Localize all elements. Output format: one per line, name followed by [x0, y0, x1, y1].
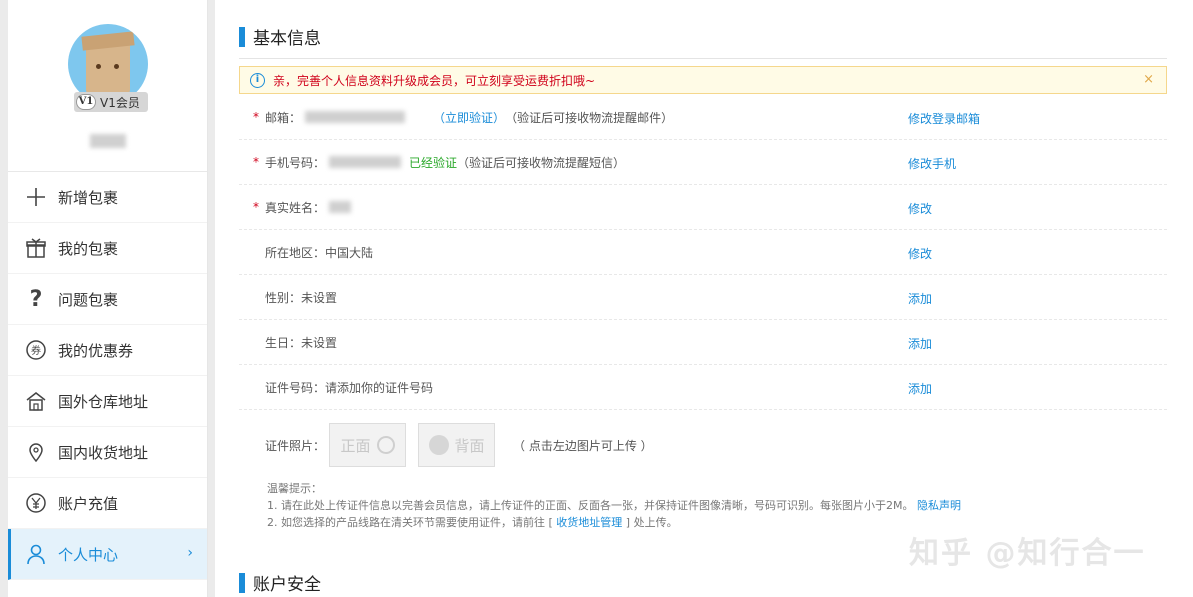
sidebar-item-label: 国内收货地址: [58, 443, 149, 462]
username-blurred: [90, 134, 126, 148]
required-asterisk: *: [253, 155, 259, 169]
id-number-label: 证件号码：请添加你的证件号码: [265, 380, 434, 395]
tips-line-2-suffix: ] 处上传。: [622, 516, 678, 529]
sidebar-item-label: 个人中心: [58, 545, 119, 564]
upgrade-notice: i 亲，完善个人信息资料升级成会员，可立刻享受运费折扣哦~ ×: [239, 66, 1167, 94]
realname-label: 真实姓名：: [265, 200, 326, 215]
sidebar-item-my-packages[interactable]: 我的包裹: [8, 223, 207, 274]
sidebar-item-recharge[interactable]: 账户充值: [8, 478, 207, 529]
section-title-basic-info: 基本信息: [239, 24, 321, 49]
sidebar-item-domestic-address[interactable]: 国内收货地址: [8, 427, 207, 478]
gift-box-icon: [24, 236, 48, 260]
tips-line-2-prefix: 2. 如您选择的产品线路在清关环节需要使用证件，请前往 [: [267, 516, 557, 529]
phone-label: 手机号码：: [265, 155, 326, 170]
id-photo-row: 证件照片： 正面 背面 （ 点击左边图片可上传 ）: [239, 420, 1167, 470]
section-title-text: 基本信息: [253, 29, 321, 49]
sidebar-item-personal-center[interactable]: 个人中心 ›: [8, 529, 207, 580]
region-row: 所在地区：中国大陆 修改: [239, 230, 1167, 275]
add-birthday-link[interactable]: 添加: [908, 335, 932, 352]
gender-row: 性别：未设置 添加: [239, 275, 1167, 320]
email-label: 邮箱：: [265, 110, 302, 125]
upload-front-label: 正面: [340, 436, 371, 455]
change-realname-link[interactable]: 修改: [908, 200, 932, 217]
sidebar: V1 V1会员 新增包裹 我的包裹 ? 问题包裹 券 我的优惠券 国外仓库地址: [8, 0, 208, 597]
realname-row: * 真实姓名： 修改: [239, 185, 1167, 230]
svg-text:券: 券: [31, 344, 41, 357]
id-photo-label: 证件照片：: [265, 438, 326, 453]
watermark: 知乎 @知行合一: [909, 536, 1146, 571]
privacy-link[interactable]: 隐私声明: [917, 499, 961, 512]
address-management-link[interactable]: 收货地址管理: [556, 516, 622, 529]
coupon-icon: 券: [24, 338, 48, 362]
verify-email-link-text[interactable]: 立即验证: [445, 111, 493, 125]
sidebar-item-label: 我的包裹: [58, 239, 119, 258]
sidebar-item-label: 账户充值: [58, 494, 119, 513]
upload-back-label: 背面: [454, 436, 485, 455]
yen-icon: [24, 491, 48, 515]
vip-badge: V1 V1会员: [74, 92, 148, 112]
tips-line-1-text: 1. 请在此处上传证件信息以完善会员信息，请上传证件的正面、反面各一张，并保持证…: [267, 499, 914, 512]
realname-value-blurred: [329, 201, 352, 213]
section-title-text: 账户安全: [253, 575, 321, 595]
warehouse-icon: [24, 389, 48, 413]
location-pin-icon: [24, 440, 48, 464]
id-number-row: 证件号码：请添加你的证件号码 添加: [239, 365, 1167, 410]
user-icon: [24, 542, 48, 566]
sidebar-item-label: 我的优惠券: [58, 341, 134, 360]
main-content: 基本信息 i 亲，完善个人信息资料升级成会员，可立刻享受运费折扣哦~ × * 邮…: [215, 0, 1193, 597]
add-id-number-link[interactable]: 添加: [908, 380, 932, 397]
divider: [239, 58, 1167, 59]
birthday-label: 生日：未设置: [265, 335, 338, 350]
phone-verified-status: 已经验证: [409, 155, 458, 170]
email-hint: （验证后可接收物流提醒邮件）: [505, 110, 674, 125]
upload-back-button[interactable]: 背面: [418, 423, 496, 467]
sidebar-item-label: 国外仓库地址: [58, 392, 149, 411]
sidebar-item-problem-packages[interactable]: ? 问题包裹: [8, 274, 207, 325]
sidebar-item-label: 问题包裹: [58, 290, 119, 309]
vip-badge-label: V1会员: [100, 95, 140, 110]
email-row: * 邮箱： （立即验证） （验证后可接收物流提醒邮件） 修改登录邮箱: [239, 95, 1167, 140]
tips-title: 温馨提示：: [267, 482, 322, 495]
phone-value-blurred: [329, 156, 402, 168]
gender-label: 性别：未设置: [265, 290, 338, 305]
section-title-account-security: 账户安全: [239, 570, 321, 595]
info-icon: i: [250, 72, 265, 88]
notice-text: 亲，完善个人信息资料升级成会员，可立刻享受运费折扣哦~: [273, 73, 596, 88]
question-icon: ?: [29, 286, 43, 312]
chevron-right-icon: ›: [187, 545, 193, 561]
email-value-blurred: [305, 111, 406, 123]
verify-email-link[interactable]: （立即验证）: [433, 109, 505, 126]
required-asterisk: *: [253, 110, 259, 124]
section-title-bar: [239, 572, 245, 593]
sidebar-item-label: 新增包裹: [58, 188, 119, 207]
profile-card: V1 V1会员: [8, 0, 207, 172]
required-asterisk: *: [253, 200, 259, 214]
section-title-bar: [239, 26, 245, 47]
change-region-link[interactable]: 修改: [908, 245, 932, 262]
upload-hint: （ 点击左边图片可上传 ）: [513, 438, 653, 453]
tips-line-1: 1. 请在此处上传证件信息以完善会员信息，请上传证件的正面、反面各一张，并保持证…: [267, 497, 961, 514]
close-icon[interactable]: ×: [1143, 72, 1154, 87]
plus-icon: [24, 185, 48, 209]
sidebar-item-new-package[interactable]: 新增包裹: [8, 172, 207, 223]
emblem-icon: [428, 435, 449, 455]
sidebar-item-coupons[interactable]: 券 我的优惠券: [8, 325, 207, 376]
sidebar-item-warehouse-address[interactable]: 国外仓库地址: [8, 376, 207, 427]
phone-hint: （验证后可接收物流提醒短信）: [457, 155, 626, 170]
birthday-row: 生日：未设置 添加: [239, 320, 1167, 365]
phone-row: * 手机号码： 已经验证 （验证后可接收物流提醒短信） 修改手机: [239, 140, 1167, 185]
avatar-image: [86, 42, 130, 94]
region-label: 所在地区：中国大陆: [265, 245, 374, 260]
tips-block: 温馨提示： 1. 请在此处上传证件信息以完善会员信息，请上传证件的正面、反面各一…: [267, 480, 961, 531]
vip-level-icon: V1: [76, 94, 96, 110]
add-gender-link[interactable]: 添加: [908, 290, 932, 307]
change-phone-link[interactable]: 修改手机: [908, 155, 956, 172]
upload-front-button[interactable]: 正面: [329, 423, 407, 467]
change-email-link[interactable]: 修改登录邮箱: [908, 110, 980, 127]
person-icon: [376, 436, 395, 454]
tips-line-2: 2. 如您选择的产品线路在清关环节需要使用证件，请前往 [ 收货地址管理 ] 处…: [267, 514, 961, 531]
